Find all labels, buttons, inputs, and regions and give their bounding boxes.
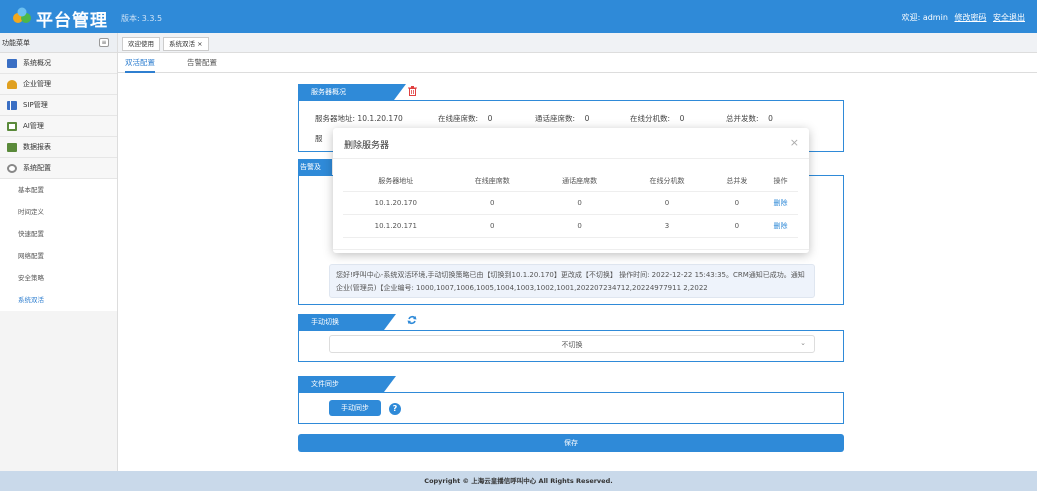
- chevron-down-icon: ⌄: [800, 339, 806, 347]
- table-row: 10.1.20.170 0 0 0 0 删除: [343, 191, 798, 215]
- modal-divider: [333, 158, 809, 159]
- sidebar-item-system-config[interactable]: 系统配置: [0, 158, 117, 179]
- alert-message: 您好!呼叫中心-系统双活环境,手动切换策略已由【切换到10.1.20.170】更…: [329, 264, 815, 298]
- cell-online: 0: [448, 214, 536, 238]
- help-icon[interactable]: ?: [389, 403, 401, 415]
- sidebar-sub-basic[interactable]: 基本配置: [0, 179, 117, 201]
- tab-welcome[interactable]: 欢迎使用: [122, 37, 160, 51]
- sidebar-header: 功能菜单 ≡: [0, 33, 117, 53]
- gear-icon: [7, 163, 17, 173]
- sidebar-sub-security[interactable]: 安全策略: [0, 267, 117, 289]
- user-area: 欢迎: admin 修改密码 安全退出: [902, 12, 1025, 23]
- sidebar-sub-dual-active[interactable]: 系统双活: [0, 289, 117, 311]
- sidebar-item-enterprise[interactable]: 企业管理: [0, 74, 117, 95]
- server-section-title: 服务器概况: [298, 84, 406, 100]
- app-title: 平台管理: [36, 11, 108, 31]
- delete-link[interactable]: 删除: [763, 214, 798, 238]
- online-extensions: 在线分机数: 0: [630, 114, 685, 123]
- footer: Copyright © 上海云皇播信呼叫中心 All Rights Reserv…: [0, 471, 1037, 491]
- logout-link[interactable]: 安全退出: [993, 13, 1025, 22]
- top-bar: 平台管理 版本: 3.3.5 欢迎: admin 修改密码 安全退出: [0, 0, 1037, 33]
- delete-link[interactable]: 删除: [763, 191, 798, 215]
- table-row: 10.1.20.171 0 0 3 0 删除: [343, 214, 798, 238]
- online-seats: 在线座席数: 0: [438, 114, 493, 123]
- subtab-bar: 双活配置 告警配置: [118, 53, 1037, 73]
- tab-dual-active[interactable]: 系统双活 ×: [163, 37, 209, 51]
- cell-concurrency: 0: [710, 214, 764, 238]
- cell-address: 10.1.20.171: [343, 214, 449, 238]
- close-icon[interactable]: ×: [790, 136, 799, 149]
- modal-title: 删除服务器: [344, 141, 390, 151]
- sidebar-item-sip[interactable]: SIP管理: [0, 95, 117, 116]
- col-online-extensions: 在线分机数: [623, 171, 711, 192]
- sidebar-item-ai[interactable]: AI管理: [0, 116, 117, 137]
- total-concurrency: 总并发数: 0: [726, 114, 773, 123]
- tab-bar: 欢迎使用 系统双活 ×: [118, 33, 1037, 53]
- server-row-2: 服: [315, 134, 323, 143]
- monitor-icon: [7, 58, 17, 68]
- save-button[interactable]: 保存: [298, 434, 844, 452]
- cell-extensions: 3: [623, 214, 711, 238]
- sidebar-sub-network[interactable]: 网络配置: [0, 245, 117, 267]
- col-calling-seats: 通话座席数: [535, 171, 624, 192]
- delete-server-modal: 删除服务器 × 服务器地址 在线座席数 通话座席数 在线分机数 总并发 操作 1…: [333, 128, 809, 253]
- collapse-icon[interactable]: ≡: [99, 38, 109, 47]
- modal-footer-divider: [333, 249, 809, 250]
- cell-online: 0: [448, 191, 536, 215]
- col-server-address: 服务器地址: [343, 171, 449, 192]
- manual-switch-title: 手动切换: [298, 314, 396, 330]
- cell-calling: 0: [535, 214, 624, 238]
- calling-seats: 通话座席数: 0: [535, 114, 590, 123]
- change-password-link[interactable]: 修改密码: [954, 13, 986, 22]
- refresh-icon[interactable]: [407, 315, 417, 325]
- server-row: 服务器地址: 10.1.20.170: [315, 114, 403, 123]
- cell-extensions: 0: [623, 191, 711, 215]
- table-icon: [7, 142, 17, 152]
- subtab-dual-config[interactable]: 双活配置: [125, 57, 155, 73]
- manual-sync-button[interactable]: 手动同步: [329, 400, 381, 416]
- switch-select-value: 不切换: [561, 341, 583, 349]
- cell-concurrency: 0: [710, 191, 764, 215]
- sidebar-item-reports[interactable]: 数据报表: [0, 137, 117, 158]
- logo-icon: [13, 7, 31, 23]
- sidebar-sub-quick[interactable]: 快速配置: [0, 223, 117, 245]
- table-header-row: 服务器地址 在线座席数 通话座席数 在线分机数 总并发 操作: [343, 171, 798, 192]
- subtab-alert-config[interactable]: 告警配置: [187, 57, 217, 73]
- col-action: 操作: [763, 171, 798, 192]
- sidebar-title: 功能菜单: [2, 39, 30, 47]
- sidebar: 功能菜单 ≡ 系统概况 企业管理 SIP管理 AI管理 数据报表 系统配置 基本…: [0, 33, 118, 471]
- user-icon: [7, 79, 17, 89]
- bar-chart-icon: [7, 100, 17, 110]
- server-address: 10.1.20.170: [357, 114, 403, 123]
- col-online-seats: 在线座席数: [448, 171, 536, 192]
- switch-select[interactable]: 不切换 ⌄: [329, 335, 815, 353]
- cell-calling: 0: [535, 191, 624, 215]
- cell-address: 10.1.20.170: [343, 191, 449, 215]
- server-table: 服务器地址 在线座席数 通话座席数 在线分机数 总并发 操作 10.1.20.1…: [343, 171, 798, 238]
- version-label: 版本: 3.3.5: [121, 14, 163, 23]
- file-sync-title: 文件同步: [298, 376, 396, 392]
- sidebar-sub-time[interactable]: 时间定义: [0, 201, 117, 223]
- welcome-text: 欢迎: admin: [901, 13, 948, 22]
- sidebar-item-system-overview[interactable]: 系统概况: [0, 53, 117, 74]
- panel-icon: [7, 121, 17, 131]
- alert-section-title: 告警及: [298, 159, 332, 175]
- trash-icon[interactable]: [408, 86, 417, 96]
- col-total-concurrency: 总并发: [710, 171, 764, 192]
